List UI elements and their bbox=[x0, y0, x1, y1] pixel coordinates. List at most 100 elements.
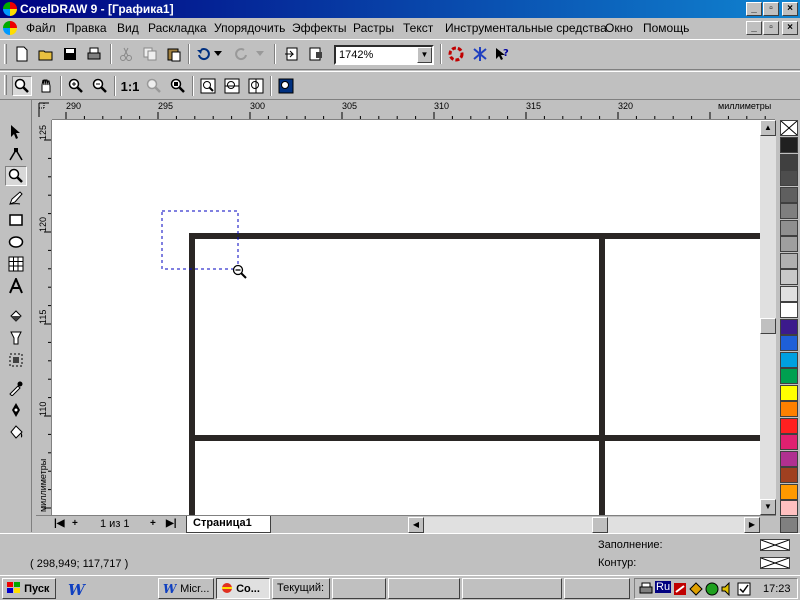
export-button[interactable] bbox=[306, 44, 326, 64]
app-tray-icon[interactable] bbox=[705, 582, 719, 596]
interactive-blend-tool[interactable] bbox=[5, 350, 27, 370]
menu-file[interactable]: Файл bbox=[26, 21, 56, 35]
zoom-actual-size-button[interactable]: 1:1 bbox=[118, 76, 142, 96]
text-tool[interactable] bbox=[5, 276, 27, 296]
whats-this-help-button[interactable]: ? bbox=[492, 44, 512, 64]
taskbar-item-empty-1[interactable] bbox=[332, 578, 386, 599]
doc-minimize-button[interactable]: _ bbox=[746, 21, 762, 35]
antivirus-tray-icon[interactable] bbox=[689, 582, 703, 596]
menu-window[interactable]: Окно bbox=[605, 21, 633, 35]
palette-swatch[interactable] bbox=[780, 434, 798, 450]
palette-swatch[interactable] bbox=[780, 335, 798, 351]
menu-view[interactable]: Вид bbox=[117, 21, 139, 35]
palette-swatch[interactable] bbox=[780, 186, 798, 203]
horizontal-scrollbar[interactable]: ◀ ▶ bbox=[408, 517, 760, 533]
fill-tool[interactable] bbox=[5, 422, 27, 442]
taskbar-item-empty-2[interactable] bbox=[388, 578, 460, 599]
zoom-in-button[interactable] bbox=[66, 76, 86, 96]
menu-help[interactable]: Помощь bbox=[643, 21, 689, 35]
document-icon[interactable] bbox=[3, 21, 17, 35]
volume-tray-icon[interactable] bbox=[721, 582, 735, 596]
zoom-to-selected-button[interactable] bbox=[144, 76, 164, 96]
import-button[interactable] bbox=[282, 44, 302, 64]
palette-swatch[interactable] bbox=[780, 153, 798, 170]
scroll-left-button[interactable]: ◀ bbox=[408, 517, 424, 533]
scroll-up-button[interactable]: ▲ bbox=[760, 120, 776, 136]
toolbar-grip[interactable] bbox=[4, 44, 7, 64]
zoom-to-page-width-button[interactable] bbox=[222, 76, 242, 96]
undo-button[interactable] bbox=[193, 44, 213, 64]
zoom-tool[interactable] bbox=[5, 166, 27, 186]
interactive-transparency-tool[interactable] bbox=[5, 328, 27, 348]
palette-swatch[interactable] bbox=[780, 302, 798, 318]
palette-swatch[interactable] bbox=[780, 450, 798, 467]
horizontal-scroll-thumb[interactable] bbox=[592, 517, 608, 533]
add-page-after-button[interactable]: + bbox=[150, 518, 156, 529]
last-page-button[interactable]: ▶| bbox=[166, 518, 177, 529]
horizontal-ruler[interactable]: 290 295 300 305 310 315 320 миллиметры bbox=[52, 100, 775, 120]
print-button[interactable] bbox=[84, 44, 104, 64]
maximize-button[interactable]: ▫ bbox=[763, 2, 779, 16]
interactive-fill-tool[interactable] bbox=[5, 306, 27, 326]
copy-button[interactable] bbox=[140, 44, 160, 64]
taskbar-item-current[interactable]: Текущий: bbox=[272, 578, 330, 599]
outline-tool[interactable] bbox=[5, 400, 27, 420]
palette-swatch[interactable] bbox=[780, 516, 798, 533]
zoom-toolbar-grip[interactable] bbox=[4, 75, 7, 95]
taskbar-item-coreldraw[interactable]: Co... bbox=[216, 578, 270, 599]
save-button[interactable] bbox=[60, 44, 80, 64]
minimize-button[interactable]: _ bbox=[746, 2, 762, 16]
doc-close-button[interactable]: × bbox=[782, 21, 798, 35]
palette-swatch[interactable] bbox=[780, 318, 798, 335]
drawing-canvas[interactable] bbox=[52, 120, 760, 515]
quick-launch-word[interactable]: W bbox=[66, 580, 88, 599]
palette-swatch[interactable] bbox=[780, 500, 798, 516]
zoom-out-button[interactable] bbox=[90, 76, 110, 96]
menu-bitmaps[interactable]: Растры bbox=[353, 21, 394, 35]
cut-button[interactable] bbox=[116, 44, 136, 64]
palette-swatch[interactable] bbox=[780, 170, 798, 186]
palette-swatch[interactable] bbox=[780, 384, 798, 401]
zoom-options-button[interactable] bbox=[276, 76, 296, 96]
palette-swatch[interactable] bbox=[780, 269, 798, 285]
palette-swatch[interactable] bbox=[780, 483, 798, 500]
outline-indicator[interactable] bbox=[760, 557, 790, 569]
printer-tray-icon[interactable] bbox=[639, 582, 653, 596]
palette-swatch[interactable] bbox=[780, 219, 798, 236]
scroll-right-button[interactable]: ▶ bbox=[744, 517, 760, 533]
close-button[interactable]: × bbox=[782, 2, 798, 16]
palette-swatch[interactable] bbox=[780, 203, 798, 219]
rectangle-tool[interactable] bbox=[5, 210, 27, 230]
zoom-dropdown-arrow[interactable]: ▼ bbox=[417, 47, 432, 63]
corel-online-button[interactable] bbox=[470, 44, 490, 64]
palette-swatch[interactable] bbox=[780, 467, 798, 483]
paste-button[interactable] bbox=[164, 44, 184, 64]
vertical-scroll-thumb[interactable] bbox=[760, 318, 776, 334]
zoom-to-all-objects-button[interactable] bbox=[168, 76, 188, 96]
redo-button[interactable] bbox=[232, 44, 252, 64]
zoom-to-page-height-button[interactable] bbox=[246, 76, 266, 96]
graph-paper-tool[interactable] bbox=[5, 254, 27, 274]
palette-swatch[interactable] bbox=[780, 285, 798, 302]
taskbar-item-empty-3[interactable] bbox=[462, 578, 562, 599]
pan-tool-button[interactable] bbox=[36, 76, 56, 96]
ellipse-tool[interactable] bbox=[5, 232, 27, 252]
new-document-button[interactable] bbox=[12, 44, 32, 64]
palette-swatch[interactable] bbox=[780, 351, 798, 368]
vertical-ruler[interactable]: 125 120 115 110 миллиметры bbox=[36, 120, 52, 515]
no-color-swatch[interactable] bbox=[780, 120, 798, 136]
taskbar-item-word[interactable]: W Micr... bbox=[158, 578, 214, 599]
palette-swatch[interactable] bbox=[780, 401, 798, 417]
freehand-tool[interactable] bbox=[5, 188, 27, 208]
menu-text[interactable]: Текст bbox=[403, 21, 433, 35]
scroll-down-button[interactable]: ▼ bbox=[760, 499, 776, 515]
start-button[interactable]: Пуск bbox=[2, 578, 56, 599]
language-indicator[interactable]: Ru bbox=[655, 581, 672, 593]
first-page-button[interactable]: |◀ bbox=[54, 518, 65, 529]
palette-swatch[interactable] bbox=[780, 137, 798, 153]
scheduler-tray-icon[interactable] bbox=[737, 582, 751, 596]
redo-dropdown[interactable] bbox=[254, 44, 266, 64]
coreldraw-app-icon[interactable] bbox=[3, 2, 17, 16]
palette-swatch[interactable] bbox=[780, 368, 798, 384]
application-launcher-button[interactable] bbox=[446, 44, 466, 64]
